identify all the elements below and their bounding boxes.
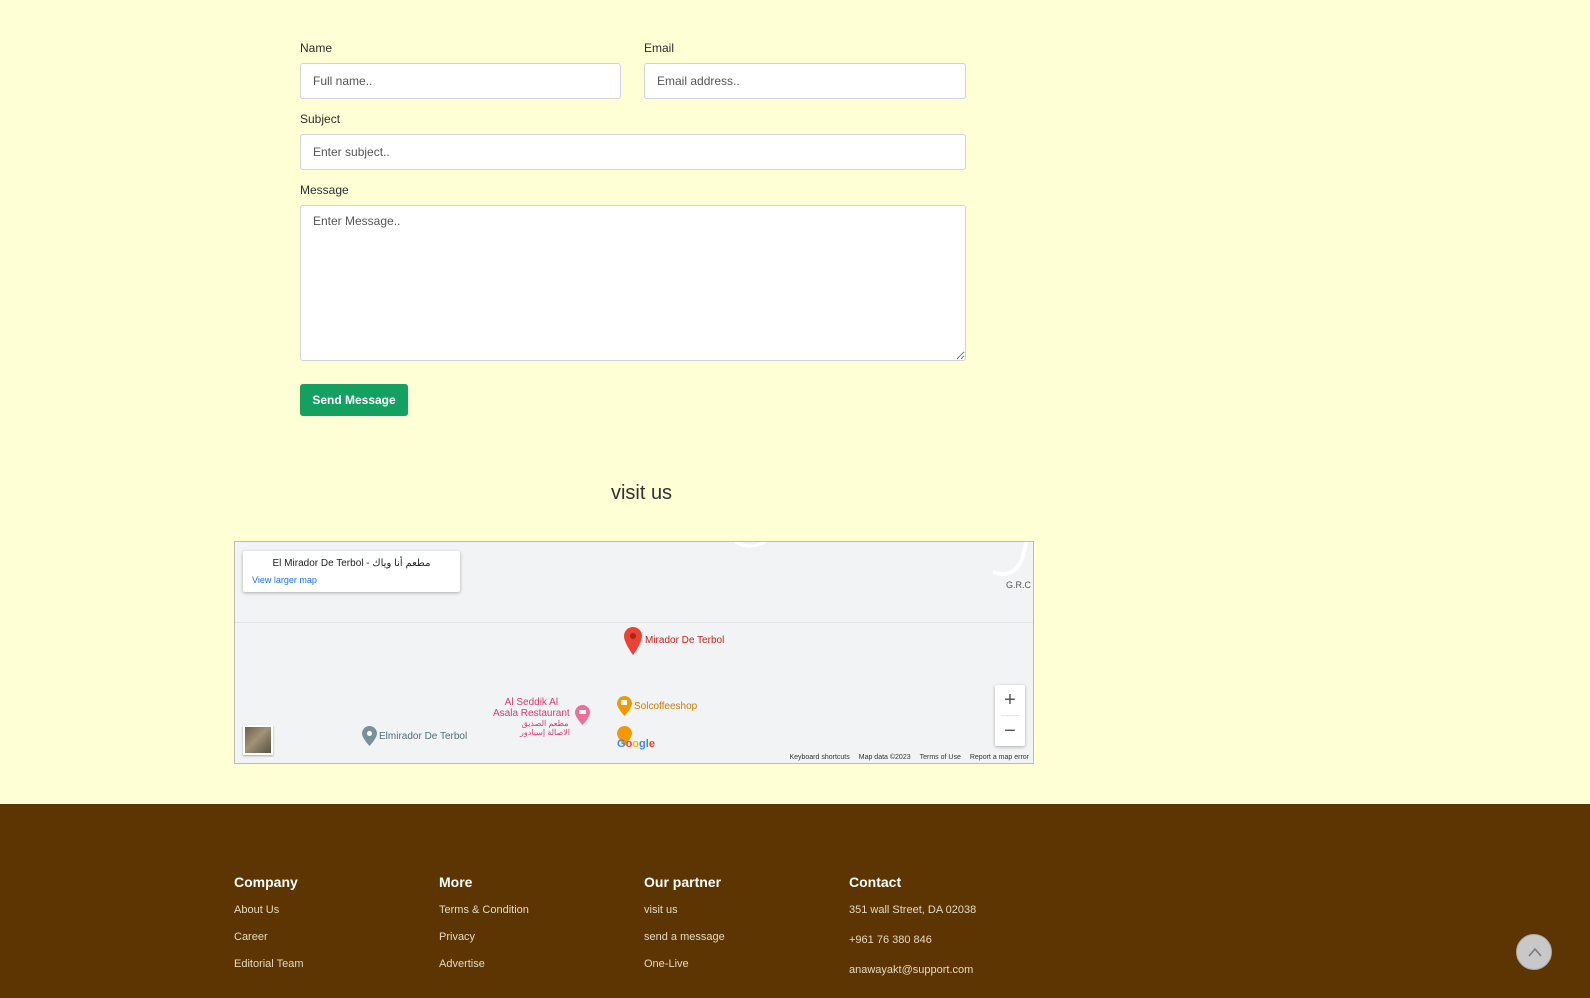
map-label-grc: G.R.C <box>1005 580 1031 590</box>
footer-partner-title: Our partner <box>644 874 722 890</box>
footer-link-career[interactable]: Career <box>234 931 304 958</box>
zoom-out-button[interactable]: − <box>995 716 1025 746</box>
zoom-in-button[interactable]: + <box>995 685 1025 715</box>
satellite-toggle[interactable] <box>243 725 273 755</box>
footer-partner-column: Our partner visit us send a message One-… <box>644 874 725 985</box>
contact-email[interactable]: anawayakt@support.com <box>849 964 976 994</box>
google-logo: Google <box>617 738 655 750</box>
map-place-title: El Mirador De Terbol - مطعم أنا وياك <box>272 558 431 569</box>
footer-link-one-live[interactable]: One-Live <box>644 958 725 985</box>
footer-link-send-message[interactable]: send a message <box>644 931 725 958</box>
subject-input[interactable] <box>300 134 966 170</box>
contact-address: 351 wall Street, DA 02038 <box>849 904 977 916</box>
email-label: Email <box>644 41 675 55</box>
poi-elmirador-label: Elmirador De Terbol <box>379 731 468 742</box>
footer-link-about-us[interactable]: About Us <box>234 904 304 931</box>
map-attribution: Keyboard shortcuts Map data ©2023 Terms … <box>789 754 1029 761</box>
map-embed[interactable]: G.R.C El Mirador De Terbol - مطعم أنا وي… <box>234 541 1034 764</box>
coffee-pin-icon[interactable] <box>617 696 632 721</box>
footer-contact-column: Contact 351 wall Street, DA 02038 +961 7… <box>849 874 976 994</box>
footer-contact-title: Contact <box>849 874 902 890</box>
map-pin-icon[interactable] <box>624 627 642 660</box>
place-pin-icon[interactable] <box>362 726 377 751</box>
scroll-to-top-button[interactable] <box>1516 934 1552 970</box>
subject-label: Subject <box>300 112 341 126</box>
map-zoom-controls: + − <box>995 685 1025 746</box>
footer-link-editorial-team[interactable]: Editorial Team <box>234 958 304 985</box>
footer-link-terms[interactable]: Terms & Condition <box>439 904 529 931</box>
name-input[interactable] <box>300 63 621 99</box>
name-label: Name <box>300 41 333 55</box>
restaurant-pin-icon[interactable] <box>575 705 590 730</box>
footer-link-advertise[interactable]: Advertise <box>439 958 529 985</box>
footer-company-title: Company <box>234 874 298 890</box>
terms-of-use-link[interactable]: Terms of Use <box>920 754 961 761</box>
map-pin-label: Mirador De Terbol <box>645 635 725 646</box>
footer-company-column: Company About Us Career Editorial Team <box>234 874 304 985</box>
footer-more-title: More <box>439 874 473 890</box>
report-map-error-link[interactable]: Report a map error <box>970 754 1029 761</box>
map-place-card: El Mirador De Terbol - مطعم أنا وياك Vie… <box>243 551 460 592</box>
footer-link-privacy[interactable]: Privacy <box>439 931 529 958</box>
contact-phone: +961 76 380 846 <box>849 934 932 946</box>
visit-us-heading: visit us <box>610 482 673 504</box>
site-footer: Company About Us Career Editorial Team M… <box>0 804 1590 998</box>
email-input[interactable] <box>644 63 966 99</box>
send-message-button[interactable]: Send Message <box>300 384 408 416</box>
map-road-curve <box>735 542 766 548</box>
view-larger-map-link[interactable]: View larger map <box>252 575 317 585</box>
chevron-up-icon <box>1528 947 1542 957</box>
poi-restaurant-arabic-label: مطعم الصديق الاصالة إسيادور <box>520 719 571 737</box>
message-textarea[interactable] <box>300 205 966 361</box>
map-road <box>235 622 1033 623</box>
footer-more-column: More Terms & Condition Privacy Advertise <box>439 874 529 985</box>
message-label: Message <box>300 183 349 197</box>
poi-restaurant-label: Al Seddik Al Asala Restaurant <box>493 697 570 719</box>
map-road-curve-right <box>992 542 1028 576</box>
poi-coffee-label: Solcoffeeshop <box>634 701 698 712</box>
map-data-text: Map data ©2023 <box>858 754 911 761</box>
footer-link-visit-us[interactable]: visit us <box>644 904 725 931</box>
keyboard-shortcuts-link[interactable]: Keyboard shortcuts <box>789 754 849 761</box>
